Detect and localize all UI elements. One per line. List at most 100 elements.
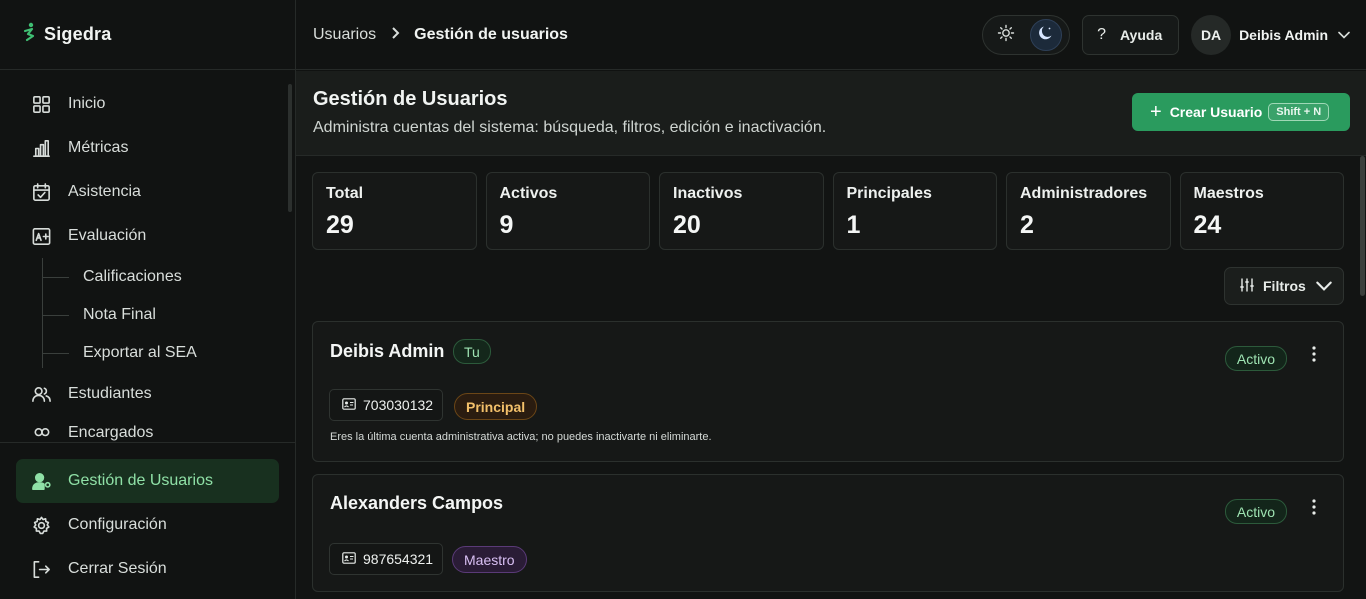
stat-card-administradores: Administradores 2 — [1006, 172, 1171, 250]
sidebar-subitem-nota-final[interactable]: Nota Final — [42, 296, 279, 334]
stat-value: 29 — [326, 211, 354, 239]
stat-label: Principales — [846, 185, 932, 202]
breadcrumb: Usuarios Gestión de usuarios — [313, 26, 568, 44]
breadcrumb-current: Gestión de usuarios — [414, 25, 568, 43]
stat-label: Administradores — [1020, 185, 1148, 202]
sidebar-bottom: Gestión de Usuarios Configuración Cerrar… — [0, 442, 295, 591]
sidebar-item-metricas[interactable]: Métricas — [16, 126, 279, 170]
moon-icon — [1037, 24, 1055, 47]
breadcrumb-usuarios[interactable]: Usuarios — [313, 26, 376, 44]
stat-card-activos: Activos 9 — [485, 172, 650, 250]
user-name: Deibis Admin — [1239, 27, 1328, 43]
sidebar: Sigedra Inicio Métricas Asistencia Evalu… — [0, 0, 296, 599]
brand[interactable]: Sigedra — [0, 0, 295, 70]
stat-value: 1 — [846, 211, 861, 239]
stat-value: 20 — [673, 211, 701, 239]
sun-icon — [997, 24, 1015, 47]
stat-card-total: Total 29 — [312, 172, 477, 250]
more-options-icon[interactable] — [1305, 496, 1323, 518]
calendar-check-icon — [30, 181, 52, 203]
sidebar-item-label: Inicio — [68, 95, 106, 112]
help-label: Ayuda — [1119, 27, 1163, 43]
page-title: Gestión de Usuarios — [313, 88, 508, 110]
sidebar-subitem-calificaciones[interactable]: Calificaciones — [42, 258, 279, 296]
role-badge: Principal — [454, 393, 538, 420]
sidebar-item-evaluacion[interactable]: Evaluación — [16, 214, 279, 258]
bar-chart-icon — [30, 137, 52, 159]
sidebar-item-label: Estudiantes — [68, 385, 152, 402]
self-badge: Tu — [453, 339, 491, 364]
create-user-button[interactable]: + Crear Usuario Shift + N — [1132, 93, 1350, 131]
keyboard-shortcut: Shift + N — [1268, 103, 1330, 121]
stat-label: Maestros — [1193, 185, 1264, 202]
sidebar-item-label: Evaluación — [68, 227, 147, 244]
sidebar-item-gestion-usuarios[interactable]: Gestión de Usuarios — [16, 459, 279, 503]
stat-label: Activos — [499, 185, 558, 202]
sidebar-item-encargados[interactable]: Encargados — [16, 416, 279, 442]
sidebar-item-cerrar-sesion[interactable]: Cerrar Sesión — [16, 547, 279, 591]
chevron-right-icon — [390, 26, 400, 44]
gear-icon — [30, 514, 52, 536]
user-menu[interactable]: DA Deibis Admin — [1191, 15, 1350, 55]
sliders-icon — [1239, 277, 1263, 296]
user-gear-icon — [30, 470, 52, 492]
user-name: Alexanders Campos — [330, 493, 504, 513]
page-header: Gestión de Usuarios Administra cuentas d… — [296, 71, 1366, 156]
stat-card-maestros: Maestros 24 — [1179, 172, 1344, 250]
stat-value: 24 — [1193, 211, 1222, 239]
sidebar-item-label: Asistencia — [68, 183, 141, 200]
sidebar-scrollbar[interactable] — [288, 84, 292, 212]
content-scrollbar[interactable] — [1360, 156, 1365, 296]
light-mode-button[interactable] — [990, 19, 1022, 51]
status-badge: Activo — [1224, 346, 1287, 371]
id-chip: 703030132 — [329, 389, 444, 421]
status-badge: Activo — [1224, 499, 1287, 524]
help-button[interactable]: ? Ayuda — [1082, 15, 1180, 55]
sidebar-item-label: Métricas — [68, 139, 129, 156]
more-options-icon[interactable] — [1305, 343, 1323, 365]
sidebar-subitem-exportar-sea[interactable]: Exportar al SEA — [42, 334, 279, 372]
id-card-icon — [342, 551, 363, 567]
stat-label: Total — [326, 185, 364, 202]
logo-icon — [22, 22, 38, 47]
dark-mode-button[interactable] — [1030, 19, 1063, 51]
grade-icon — [30, 225, 52, 247]
main-content: Gestión de Usuarios Administra cuentas d… — [296, 71, 1366, 599]
theme-toggle — [982, 15, 1071, 55]
account-note: Eres la última cuenta administrativa act… — [330, 431, 712, 443]
topbar-actions: ? Ayuda DA Deibis Admin — [982, 15, 1350, 55]
sidebar-item-label: Cerrar Sesión — [68, 560, 167, 577]
chevron-down-icon — [1328, 26, 1350, 44]
create-user-label: Crear Usuario — [1169, 104, 1263, 120]
stat-card-principales: Principales 1 — [832, 172, 997, 250]
evaluacion-submenu: Calificaciones Nota Final Exportar al SE… — [42, 258, 279, 372]
sidebar-nav: Inicio Métricas Asistencia Evaluación Ca… — [16, 82, 279, 442]
stat-value: 9 — [499, 211, 514, 239]
sidebar-item-estudiantes[interactable]: Estudiantes — [16, 372, 279, 416]
help-icon: ? — [1097, 26, 1106, 43]
id-card-icon — [342, 397, 363, 413]
sidebar-item-label: Encargados — [68, 424, 154, 441]
role-badge: Maestro — [452, 546, 527, 573]
stats-row: Total 29 Activos 9 Inactivos 20 Principa… — [312, 172, 1344, 250]
logout-icon — [30, 558, 52, 580]
filters-label: Filtros — [1263, 278, 1306, 294]
sidebar-item-configuracion[interactable]: Configuración — [16, 503, 279, 547]
plus-icon: + — [1150, 101, 1162, 123]
page-subtitle: Administra cuentas del sistema: búsqueda… — [313, 119, 827, 136]
user-name: Deibis Admin — [330, 341, 445, 361]
users-icon — [30, 383, 52, 405]
id-chip: 987654321 — [329, 543, 444, 575]
filters-button[interactable]: Filtros — [1224, 267, 1344, 305]
stat-value: 2 — [1020, 211, 1034, 239]
sidebar-item-label: Configuración — [68, 516, 167, 533]
user-id: 703030132 — [363, 397, 434, 413]
user-card[interactable]: Alexanders Campos Activo 987654321 Maest… — [312, 474, 1344, 592]
user-card[interactable]: Deibis Admin Tu Activo 703030132 Princip… — [312, 321, 1344, 462]
stat-card-inactivos: Inactivos 20 — [659, 172, 824, 250]
chevron-down-icon — [1316, 278, 1340, 294]
stat-label: Inactivos — [673, 185, 743, 202]
sidebar-item-inicio[interactable]: Inicio — [16, 82, 279, 126]
grid-icon — [30, 93, 52, 115]
sidebar-item-asistencia[interactable]: Asistencia — [16, 170, 279, 214]
